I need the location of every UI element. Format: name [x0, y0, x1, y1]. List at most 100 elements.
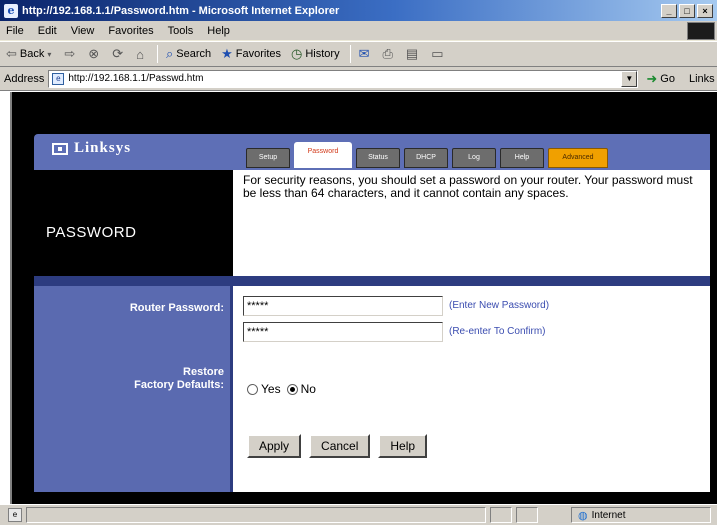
apply-button[interactable]: Apply: [247, 434, 302, 458]
form-input-column: (Enter New Password) (Re-enter To Confir…: [230, 276, 710, 492]
refresh-icon: ⟳: [112, 46, 124, 61]
restore-label-line2: Factory Defaults:: [134, 379, 224, 391]
history-label: History: [305, 48, 340, 60]
ie-logo-icon: e: [4, 3, 18, 18]
menu-file[interactable]: File: [6, 25, 24, 37]
linksys-logo: Linksys: [52, 140, 131, 157]
address-url: http://192.168.1.1/Passwd.htm: [68, 73, 204, 84]
status-text-panel: [26, 507, 486, 523]
search-icon: ⌕: [165, 46, 174, 61]
back-label: Back: [19, 48, 45, 60]
help-button[interactable]: Help: [378, 434, 428, 458]
status-panel: [490, 507, 512, 523]
router-password-label: Router Password:: [129, 302, 224, 314]
minimize-button[interactable]: _: [661, 3, 677, 18]
page-status-icon: e: [8, 508, 22, 522]
links-button[interactable]: Links: [689, 73, 715, 85]
browser-toolbar: ⇦ Back ▾ ⇨ ⊗ ⟳ ⌂ ⌕ Search ★ Favorites ◷ …: [0, 41, 717, 67]
search-label: Search: [176, 48, 212, 60]
section-description-panel: For security reasons, you should set a p…: [230, 170, 710, 276]
refresh-button[interactable]: ⟳: [112, 46, 126, 62]
restore-no-radio[interactable]: [286, 383, 298, 395]
history-icon: ◷: [291, 46, 303, 61]
mail-icon: ✉: [358, 46, 370, 61]
forward-arrow-icon: ⇨: [64, 46, 76, 61]
menu-favorites[interactable]: Favorites: [108, 25, 153, 37]
back-arrow-icon: ⇦: [6, 46, 17, 61]
restore-defaults-options: Yes No: [247, 382, 322, 396]
discuss-button[interactable]: ▭: [431, 46, 446, 62]
form-label-column: Router Password: Restore Factory Default…: [34, 276, 230, 492]
menu-edit[interactable]: Edit: [38, 25, 57, 37]
toolbar-separator: [156, 45, 158, 63]
password-hint: (Enter New Password): [449, 300, 550, 311]
favorites-button[interactable]: ★ Favorites: [221, 46, 281, 62]
restore-label-line1: Restore: [183, 366, 224, 378]
favorites-label: Favorites: [235, 48, 282, 60]
logo-text: Linksys: [74, 140, 132, 156]
toolbar-separator: [349, 45, 351, 63]
globe-icon: ◍: [578, 509, 588, 522]
tab-dhcp[interactable]: DHCP: [404, 148, 448, 168]
stop-icon: ⊗: [88, 46, 100, 61]
zone-label: Internet: [591, 509, 626, 521]
go-label: Go: [660, 72, 675, 85]
address-dropdown-icon[interactable]: ▼: [621, 70, 638, 87]
form-buttons: Apply Cancel Help: [247, 434, 428, 458]
stop-button[interactable]: ⊗: [88, 46, 102, 62]
router-config-page: Linksys Setup Password Status DHCP Log H…: [34, 124, 710, 492]
status-panel: [516, 507, 538, 523]
windows-flag-icon: [687, 22, 715, 40]
window-title-bar: e http://192.168.1.1/Password.htm - Micr…: [0, 0, 717, 21]
router-tabs: Setup Password Status DHCP Log Help Adva…: [246, 142, 608, 168]
tab-log[interactable]: Log: [452, 148, 496, 168]
status-bar: e ◍ Internet: [0, 504, 717, 525]
window-controls: _ □ ×: [661, 3, 713, 18]
linksys-logo-icon: [52, 142, 68, 155]
tab-advanced[interactable]: Advanced: [548, 148, 608, 168]
close-button[interactable]: ×: [697, 3, 713, 18]
security-description: For security reasons, you should set a p…: [243, 173, 693, 200]
address-bar: Address e http://192.168.1.1/Passwd.htm …: [0, 67, 717, 91]
discuss-icon: ▭: [431, 46, 444, 61]
print-icon: ⎙: [382, 46, 393, 61]
window-title: http://192.168.1.1/Password.htm - Micros…: [22, 4, 340, 17]
history-button[interactable]: ◷ History: [291, 46, 340, 62]
restore-yes-label: Yes: [261, 382, 281, 396]
tab-password[interactable]: Password: [294, 142, 352, 168]
print-button[interactable]: ⎙: [383, 46, 396, 62]
address-input[interactable]: e http://192.168.1.1/Passwd.htm ▼: [48, 69, 639, 88]
dropdown-arrow-icon: ▾: [47, 49, 52, 59]
section-heading-panel: PASSWORD: [34, 170, 230, 276]
tab-status[interactable]: Status: [356, 148, 400, 168]
confirm-password-field[interactable]: [243, 322, 443, 342]
back-button[interactable]: ⇦ Back ▾: [6, 46, 54, 62]
security-zone: ◍ Internet: [571, 507, 711, 523]
address-label: Address: [4, 72, 45, 85]
go-arrow-icon: ➜: [646, 70, 658, 86]
mail-button[interactable]: ✉: [359, 46, 373, 62]
password-field[interactable]: [243, 296, 443, 316]
edit-icon: ▤: [405, 46, 419, 61]
restore-no-label: No: [300, 382, 316, 396]
page-icon: e: [52, 72, 65, 85]
cancel-button[interactable]: Cancel: [309, 434, 371, 458]
menu-view[interactable]: View: [71, 25, 95, 37]
edit-button[interactable]: ▤: [406, 46, 421, 62]
page-viewport: Linksys Setup Password Status DHCP Log H…: [10, 92, 717, 504]
tab-help[interactable]: Help: [500, 148, 544, 168]
maximize-button[interactable]: □: [679, 3, 695, 18]
home-icon: ⌂: [136, 46, 144, 62]
page-title: PASSWORD: [46, 224, 137, 241]
menu-bar: File Edit View Favorites Tools Help: [0, 21, 717, 41]
tab-setup[interactable]: Setup: [246, 148, 290, 168]
home-button[interactable]: ⌂: [136, 47, 147, 62]
forward-button[interactable]: ⇨: [64, 46, 78, 62]
menu-help[interactable]: Help: [207, 25, 230, 37]
menu-tools[interactable]: Tools: [168, 25, 194, 37]
confirm-password-hint: (Re-enter To Confirm): [449, 326, 546, 337]
favorites-icon: ★: [221, 46, 233, 61]
search-button[interactable]: ⌕ Search: [166, 46, 211, 62]
restore-yes-radio[interactable]: [247, 383, 258, 395]
go-button[interactable]: ➜ Go: [646, 71, 675, 87]
